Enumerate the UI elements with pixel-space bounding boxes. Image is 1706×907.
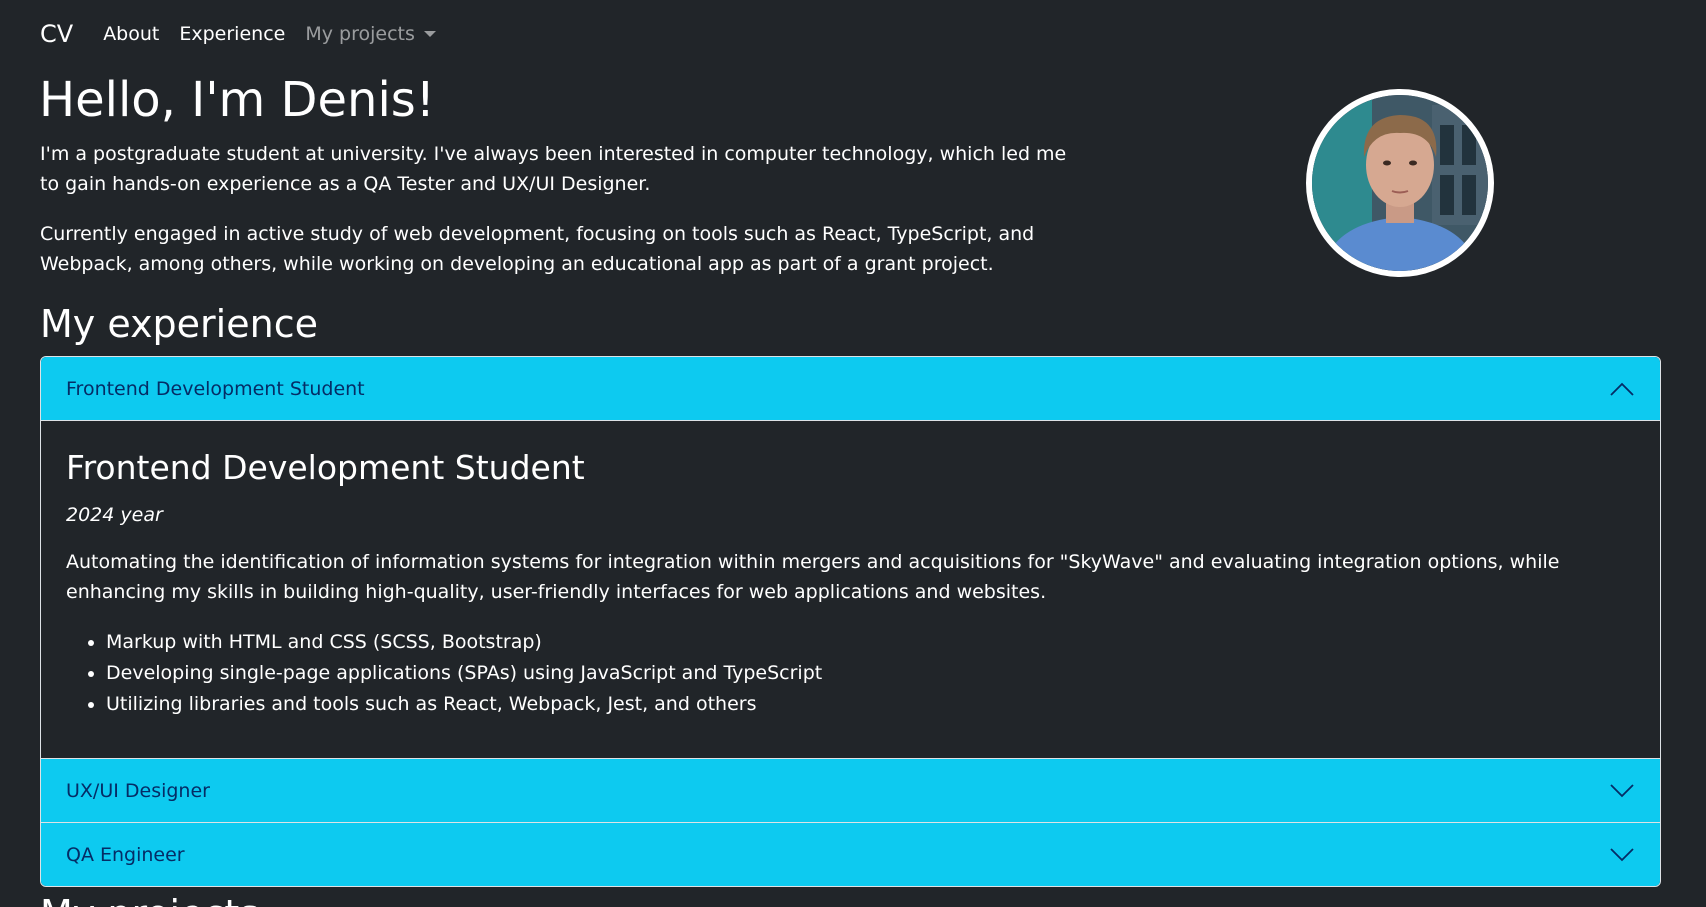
brand-link[interactable]: CV	[40, 20, 73, 48]
accordion-header-uxui[interactable]: UX/UI Designer	[41, 758, 1660, 822]
nav-dropdown-my-projects[interactable]: My projects	[305, 23, 436, 45]
experience-accordion: Frontend Development Student Frontend De…	[40, 356, 1661, 887]
avatar-photo	[1312, 95, 1488, 271]
job-title: Frontend Development Student	[66, 448, 585, 487]
list-item: Utilizing libraries and tools such as Re…	[106, 689, 1635, 720]
page: CV About Experience My projects Hello, I…	[0, 0, 1706, 907]
list-item: Markup with HTML and CSS (SCSS, Bootstra…	[106, 627, 1635, 658]
accordion-header-qa[interactable]: QA Engineer	[41, 822, 1660, 886]
hero-paragraph-1: I'm a postgraduate student at university…	[40, 143, 1067, 195]
hero-paragraph-2: Currently engaged in active study of web…	[40, 223, 1035, 275]
navbar: CV About Experience My projects	[40, 14, 456, 54]
job-description: Automating the identification of informa…	[66, 551, 1560, 603]
nav-link-about[interactable]: About	[103, 23, 159, 45]
avatar	[1306, 89, 1494, 277]
accordion-header-frontend[interactable]: Frontend Development Student	[41, 357, 1660, 421]
caret-down-icon	[423, 31, 436, 37]
accordion-header-label: QA Engineer	[66, 843, 185, 866]
list-item: Developing single-page applications (SPA…	[106, 658, 1635, 689]
accordion-body-frontend: Frontend Development Student 2024 year A…	[41, 421, 1660, 758]
section-title-projects: My projects	[40, 888, 259, 907]
job-year: 2024 year	[66, 504, 163, 526]
chevron-down-icon	[1610, 847, 1634, 861]
chevron-up-icon	[1610, 382, 1634, 396]
job-skills-list: Markup with HTML and CSS (SCSS, Bootstra…	[66, 627, 1635, 720]
hero-title: Hello, I'm Denis!	[39, 72, 436, 128]
nav-dropdown-label: My projects	[305, 23, 415, 45]
accordion-header-label: Frontend Development Student	[66, 377, 365, 400]
nav-link-experience[interactable]: Experience	[179, 23, 285, 45]
section-title-experience: My experience	[40, 302, 318, 346]
chevron-down-icon	[1610, 783, 1634, 797]
accordion-header-label: UX/UI Designer	[66, 779, 210, 802]
